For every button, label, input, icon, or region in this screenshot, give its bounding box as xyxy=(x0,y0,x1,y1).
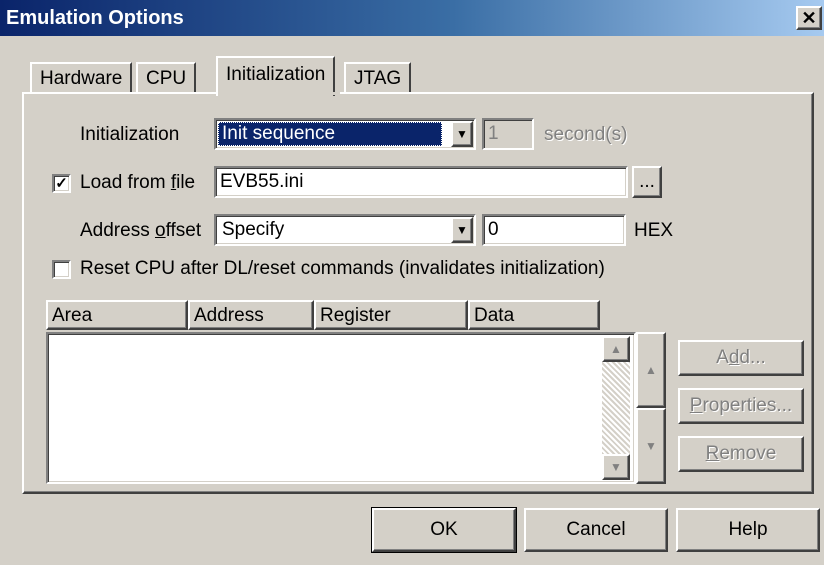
column-header-register[interactable]: Register xyxy=(314,300,468,330)
address-offset-label: Address offset xyxy=(80,220,202,241)
add-button-label: Add... xyxy=(716,347,766,368)
properties-button[interactable]: Properties... xyxy=(678,388,804,424)
load-from-file-checkbox[interactable]: ✓ xyxy=(52,174,71,193)
scroll-down-button[interactable]: ▼ xyxy=(602,454,630,480)
tab-jtag[interactable]: JTAG xyxy=(344,62,412,96)
load-from-file-label: Load from file xyxy=(80,172,196,193)
address-offset-mode-value: Specify xyxy=(222,219,285,240)
initialization-mode-dropdown-button[interactable]: ▼ xyxy=(451,121,473,147)
tab-hardware[interactable]: Hardware xyxy=(30,62,133,96)
title-bar[interactable]: Emulation Options ✕ xyxy=(0,0,824,36)
load-from-file-input[interactable]: EVB55.ini xyxy=(214,166,628,198)
move-up-button[interactable]: ▲ xyxy=(636,332,666,408)
initialization-delay-unit: second(s) xyxy=(544,124,628,145)
scroll-down-arrow-icon: ▼ xyxy=(610,460,622,474)
help-button[interactable]: Help xyxy=(676,508,820,552)
active-tab-joint xyxy=(218,92,340,95)
dropdown-arrow-icon: ▼ xyxy=(456,127,468,141)
column-header-address[interactable]: Address xyxy=(188,300,314,330)
address-offset-unit: HEX xyxy=(634,220,674,241)
initialization-mode-value: Init sequence xyxy=(218,122,442,146)
scroll-up-arrow-icon: ▲ xyxy=(610,342,622,356)
reset-cpu-checkbox[interactable] xyxy=(52,260,71,279)
address-offset-input[interactable]: 0 xyxy=(482,214,626,246)
initialization-label: Initialization xyxy=(80,124,180,145)
move-down-arrow-icon: ▼ xyxy=(645,439,657,453)
tab-hardware-label: Hardware xyxy=(40,68,123,89)
add-button[interactable]: Add... xyxy=(678,340,804,376)
check-mark-icon: ✓ xyxy=(55,175,68,192)
move-down-button[interactable]: ▼ xyxy=(636,408,666,484)
address-offset-mode-select[interactable]: Specify ▼ xyxy=(214,214,476,246)
remove-button[interactable]: Remove xyxy=(678,436,804,472)
browse-file-button[interactable]: ... xyxy=(632,166,662,198)
column-header-area[interactable]: Area xyxy=(46,300,188,330)
dropdown-arrow-icon: ▼ xyxy=(456,223,468,237)
init-table-header: Area Address Register Data xyxy=(46,300,602,332)
address-offset-dropdown-button[interactable]: ▼ xyxy=(451,217,473,243)
close-button[interactable]: ✕ xyxy=(796,6,822,30)
move-up-arrow-icon: ▲ xyxy=(645,363,657,377)
initialization-mode-select[interactable]: Init sequence ▼ xyxy=(214,118,476,150)
properties-button-label: Properties... xyxy=(689,395,793,416)
tab-initialization-label: Initialization xyxy=(226,64,326,85)
close-icon: ✕ xyxy=(801,8,817,28)
cancel-button[interactable]: Cancel xyxy=(524,508,668,552)
initialization-delay-input: 1 xyxy=(482,118,534,150)
ok-button[interactable]: OK xyxy=(371,507,517,553)
ok-button-label: OK xyxy=(430,519,458,540)
column-header-data[interactable]: Data xyxy=(468,300,600,330)
cancel-button-label: Cancel xyxy=(566,519,626,540)
tab-cpu-label: CPU xyxy=(146,68,187,89)
vertical-scrollbar[interactable]: ▲ ▼ xyxy=(602,336,630,480)
tab-cpu[interactable]: CPU xyxy=(136,62,197,96)
remove-button-label: Remove xyxy=(705,443,777,464)
help-button-label: Help xyxy=(728,519,768,540)
scroll-up-button[interactable]: ▲ xyxy=(602,336,630,362)
window-title: Emulation Options xyxy=(6,7,184,29)
browse-file-button-label: ... xyxy=(639,171,655,192)
tab-jtag-label: JTAG xyxy=(354,68,402,89)
tab-initialization[interactable]: Initialization xyxy=(216,56,336,96)
reset-cpu-label: Reset CPU after DL/reset commands (inval… xyxy=(80,258,605,279)
init-sequence-list[interactable]: ▲ ▼ xyxy=(46,332,636,484)
